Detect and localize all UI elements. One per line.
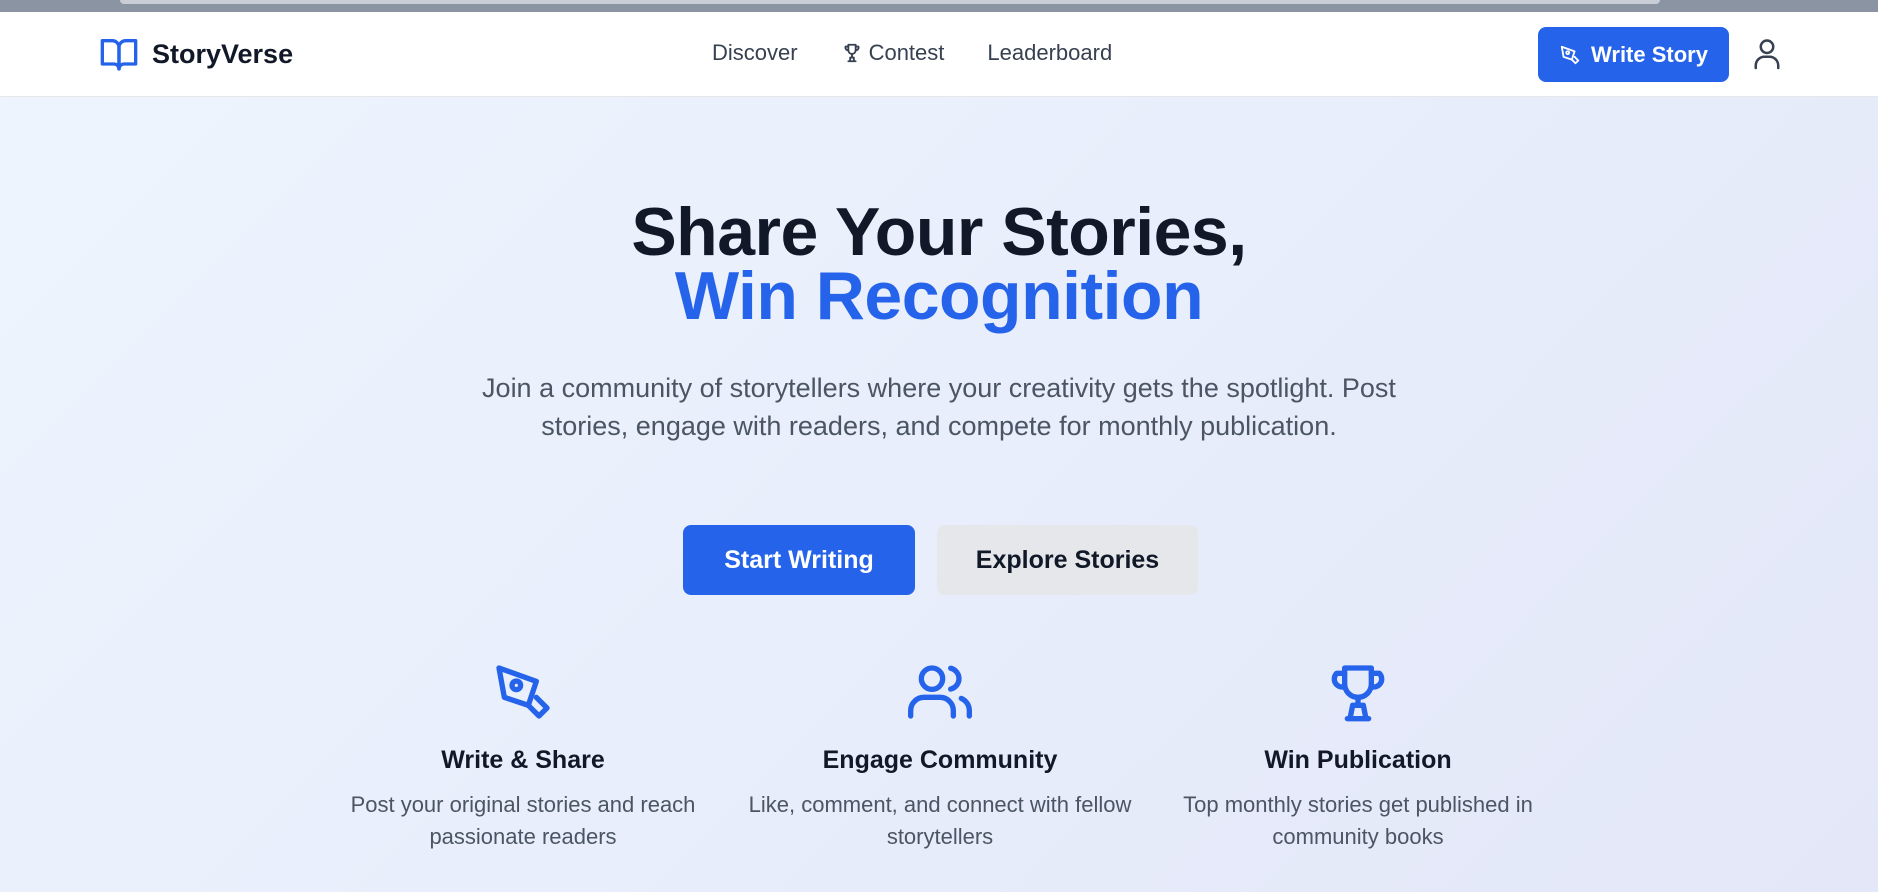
hero-title: Share Your Stories, Win Recognition	[0, 198, 1878, 334]
nav-link-leaderboard[interactable]: Leaderboard	[987, 40, 1112, 66]
feature-title: Write & Share	[441, 746, 605, 774]
browser-tabstrip	[120, 0, 1660, 4]
nav-link-contest[interactable]: Contest	[841, 40, 945, 66]
feature-description: Post your original stories and reach pas…	[350, 792, 696, 849]
write-story-button[interactable]: Write Story	[1538, 27, 1729, 82]
pen-nib-icon	[496, 665, 550, 719]
start-writing-button[interactable]: Start Writing	[683, 525, 915, 595]
browser-chrome	[0, 0, 1878, 12]
feature-win-publication: Win Publication Top monthly stories get …	[1148, 660, 1568, 853]
brand-logo[interactable]: StoryVerse	[98, 34, 293, 74]
main-nav: Discover Contest Leaderboard	[712, 40, 1112, 66]
page: StoryVerse Discover Contest Leaderboard …	[0, 12, 1878, 892]
feature-title: Win Publication	[1264, 746, 1452, 774]
navbar: StoryVerse Discover Contest Leaderboard …	[0, 12, 1878, 97]
feature-write-share: Write & Share Post your original stories…	[313, 660, 733, 853]
nav-link-contest-label: Contest	[868, 40, 945, 65]
user-icon[interactable]	[1752, 36, 1782, 70]
hero-subtitle: Join a community of storytellers where y…	[482, 373, 1396, 441]
brand-name: StoryVerse	[152, 38, 294, 69]
pen-nib-icon	[1560, 45, 1580, 64]
nav-link-discover[interactable]: Discover	[712, 40, 798, 66]
trophy-icon	[844, 43, 860, 63]
feature-title: Engage Community	[822, 746, 1058, 774]
feature-description: Like, comment, and connect with fellow s…	[748, 792, 1132, 849]
feature-description: Top monthly stories get published in com…	[1183, 792, 1533, 849]
hero-title-line2: Win Recognition	[674, 258, 1204, 334]
write-story-label: Write Story	[1591, 41, 1708, 67]
cta-buttons: Start Writing Explore Stories	[683, 525, 1198, 595]
users-icon	[908, 665, 972, 719]
trophy-icon	[1331, 665, 1385, 722]
open-book-icon	[100, 39, 138, 71]
explore-stories-button[interactable]: Explore Stories	[937, 525, 1198, 595]
feature-engage-community: Engage Community Like, comment, and conn…	[730, 660, 1150, 853]
